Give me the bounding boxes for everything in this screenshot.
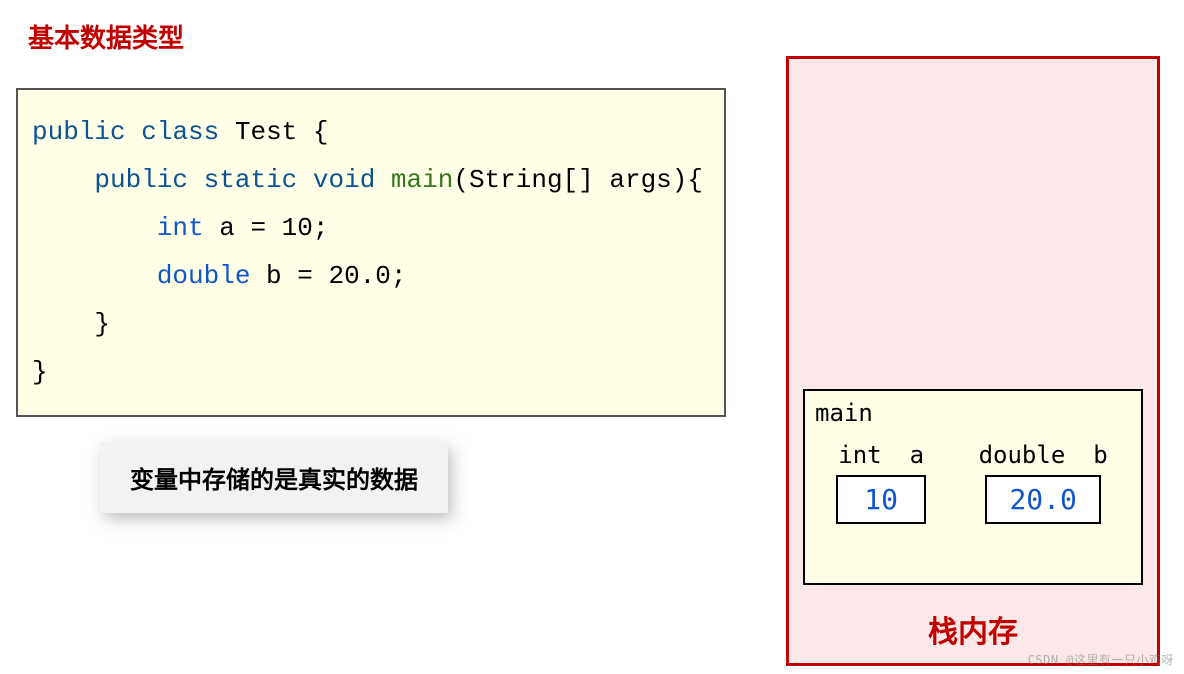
stack-title: 栈内存	[789, 607, 1157, 651]
var-b-name: b	[1093, 441, 1107, 469]
callout-wrap: 变量中存储的是真实的数据	[100, 442, 448, 513]
line4-rest: b = 20.0;	[250, 261, 406, 291]
code-block: public class Test { public static void m…	[16, 88, 726, 417]
stack-frame-main: main int a 10 double b 20.0	[803, 389, 1143, 585]
kw-public2: public	[94, 165, 188, 195]
frame-label: main	[815, 399, 1131, 427]
kw-class: class	[141, 117, 219, 147]
var-b: double b 20.0	[973, 441, 1114, 524]
line3-rest: a = 10;	[204, 213, 329, 243]
class-name: Test {	[235, 117, 329, 147]
kw-public: public	[32, 117, 126, 147]
kw-void: void	[313, 165, 375, 195]
vars-row: int a 10 double b 20.0	[815, 441, 1131, 524]
stack-memory-box: main int a 10 double b 20.0 栈内存	[786, 56, 1160, 666]
callout-box: 变量中存储的是真实的数据	[100, 442, 448, 513]
line5: }	[32, 309, 110, 339]
watermark: CSDN @这里有一只小鸡呀	[1028, 651, 1174, 668]
type-int: int	[157, 213, 204, 243]
var-b-value: 20.0	[985, 475, 1100, 524]
var-a-name: a	[910, 441, 924, 469]
var-a: int a 10	[832, 441, 930, 524]
var-a-value: 10	[836, 475, 926, 524]
page-title: 基本数据类型	[28, 18, 184, 55]
type-double: double	[157, 261, 251, 291]
var-a-type: int	[838, 441, 881, 469]
line6: }	[32, 357, 48, 387]
main-sig: (String[] args){	[453, 165, 703, 195]
callout-text: 变量中存储的是真实的数据	[130, 466, 418, 494]
kw-static: static	[204, 165, 298, 195]
fn-main: main	[391, 165, 453, 195]
var-b-type: double	[979, 441, 1066, 469]
